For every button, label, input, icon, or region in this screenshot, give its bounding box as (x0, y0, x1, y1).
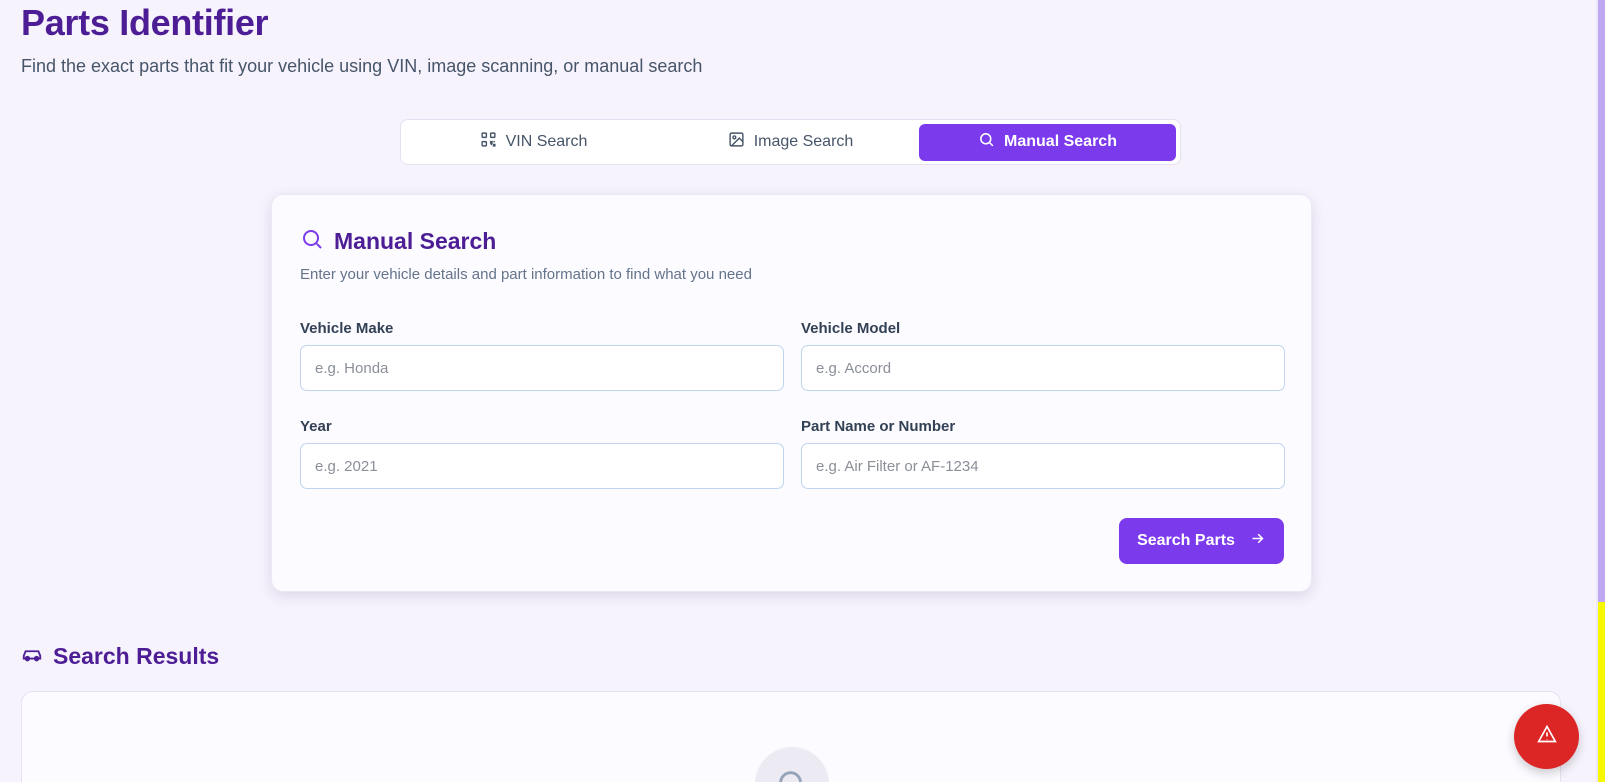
tab-label: VIN Search (505, 133, 588, 150)
alert-button[interactable] (1514, 704, 1579, 769)
empty-results-icon (755, 747, 829, 782)
card-header: Manual Search (300, 227, 496, 256)
scrollbar-highlight-marker (1598, 602, 1605, 782)
vehicle-make-field: Vehicle Make (300, 319, 784, 391)
year-label: Year (300, 418, 332, 435)
page-title: Parts Identifier (21, 2, 269, 43)
tab-manual-search[interactable]: Manual Search (919, 123, 1176, 161)
results-header: Search Results (21, 643, 219, 670)
search-icon (775, 767, 809, 782)
search-parts-button[interactable]: Search Parts (1119, 518, 1284, 564)
results-panel (21, 691, 1561, 782)
year-input[interactable] (300, 443, 784, 489)
search-mode-tabs: VIN Search Image Search Manual Search (400, 119, 1181, 165)
part-field: Part Name or Number (801, 417, 1285, 489)
page-subtitle: Find the exact parts that fit your vehic… (21, 56, 703, 76)
year-field: Year (300, 417, 784, 489)
vehicle-model-field: Vehicle Model (801, 319, 1285, 391)
image-icon (728, 131, 745, 153)
arrow-right-icon (1249, 530, 1266, 552)
part-input[interactable] (801, 443, 1285, 489)
search-parts-label: Search Parts (1137, 532, 1235, 549)
scrollbar-thumb[interactable] (1598, 0, 1605, 602)
vehicle-make-input[interactable] (300, 345, 784, 391)
tab-label: Image Search (753, 133, 854, 150)
search-icon (300, 227, 324, 256)
vehicle-make-label: Vehicle Make (300, 320, 394, 337)
warning-icon (1536, 724, 1557, 749)
car-icon (21, 643, 43, 670)
vehicle-model-input[interactable] (801, 345, 1285, 391)
manual-search-card: Manual Search Enter your vehicle details… (271, 194, 1312, 592)
results-title: Search Results (53, 643, 220, 669)
part-label: Part Name or Number (801, 418, 956, 435)
search-icon (978, 131, 995, 153)
tab-label: Manual Search (1004, 133, 1117, 150)
tab-vin-search[interactable]: VIN Search (405, 124, 662, 161)
card-title: Manual Search (334, 228, 497, 254)
qr-code-icon (480, 131, 497, 153)
vehicle-model-label: Vehicle Model (801, 320, 901, 337)
card-description: Enter your vehicle details and part info… (300, 266, 752, 283)
tab-image-search[interactable]: Image Search (662, 124, 919, 161)
